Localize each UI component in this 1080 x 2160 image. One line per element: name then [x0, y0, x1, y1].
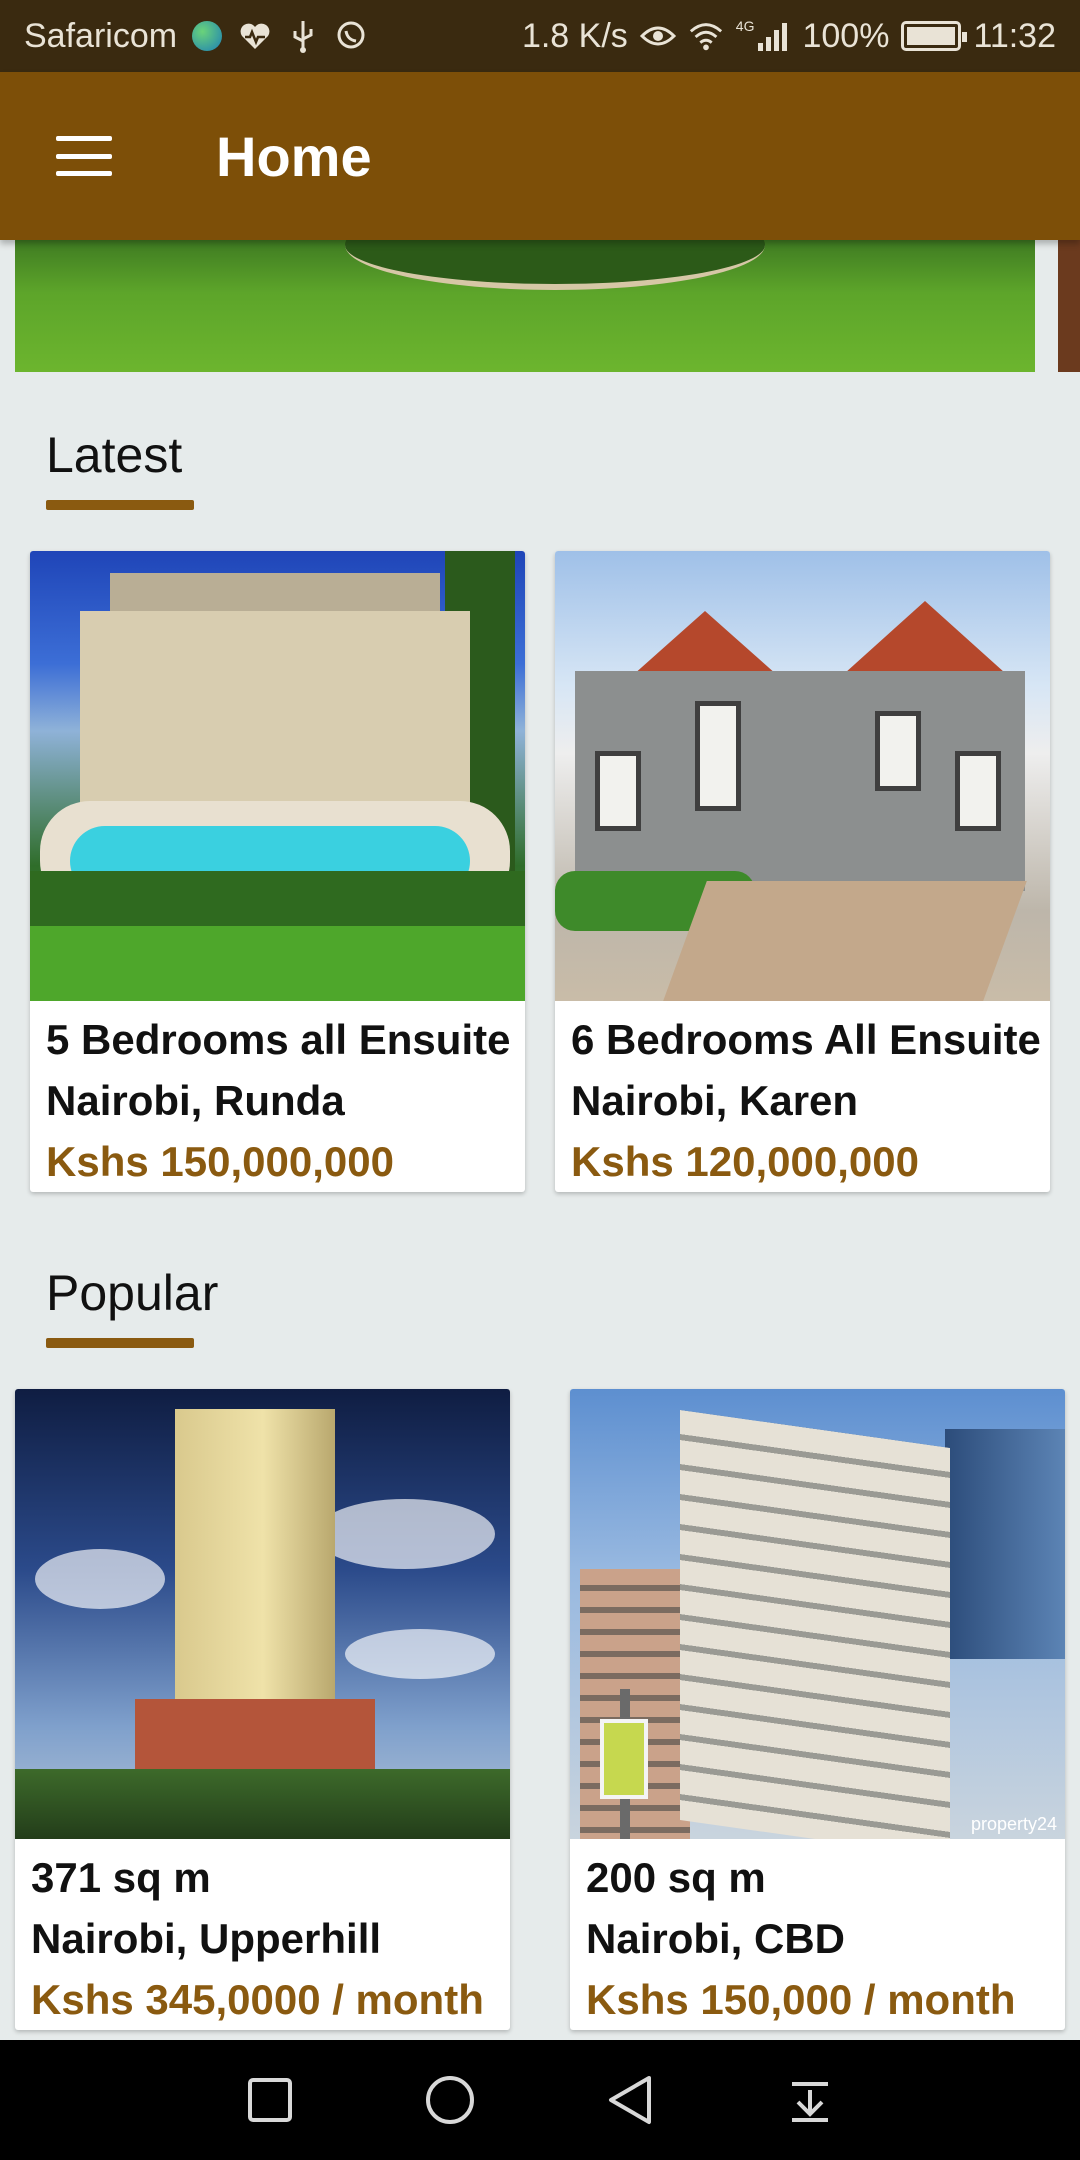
section-underline — [46, 500, 194, 510]
property-photo: property24 — [570, 1389, 1065, 1839]
property-photo — [555, 551, 1050, 1001]
property-card[interactable]: 5 Bedrooms all Ensuite Nairobi, Runda Ks… — [30, 551, 525, 1192]
app-bar: Home — [0, 72, 1080, 240]
property-size: 371 sq m — [31, 1854, 211, 1901]
property-location: Nairobi, Upperhill — [31, 1915, 382, 1962]
section-title-popular: Popular — [46, 1265, 219, 1321]
property-size: 200 sq m — [586, 1854, 766, 1901]
globe-icon — [189, 18, 225, 54]
system-nav-bar — [0, 2040, 1080, 2160]
property-title: 6 Bedrooms All Ensuite — [571, 1016, 1041, 1063]
status-bar: Safaricom 1.8 K/s 4G 100% 11:32 — [0, 0, 1080, 72]
watermark-text: property24 — [970, 1814, 1057, 1834]
carousel-next-image[interactable] — [1058, 240, 1080, 372]
property-location: Nairobi, Runda — [46, 1077, 345, 1124]
property-card[interactable]: property24 200 sq m Nairobi, CBD Kshs 15… — [570, 1389, 1065, 2030]
whatsapp-icon — [333, 18, 369, 54]
back-icon[interactable] — [600, 2070, 660, 2130]
notification-pull-down-icon[interactable] — [780, 2070, 840, 2130]
wifi-icon — [688, 18, 724, 54]
clock: 11:32 — [973, 16, 1056, 55]
property-location: Nairobi, CBD — [586, 1915, 846, 1962]
property-title: 5 Bedrooms all Ensuite — [46, 1016, 511, 1063]
battery-icon — [901, 21, 968, 51]
network-type: 4G — [735, 18, 755, 34]
property-photo — [30, 551, 525, 1001]
battery-percent: 100% — [802, 16, 890, 55]
property-location: Nairobi, Karen — [571, 1077, 859, 1124]
property-price: Kshs 150,000,000 — [46, 1138, 394, 1185]
recent-apps-icon[interactable] — [240, 2070, 300, 2130]
property-price: Kshs 120,000,000 — [571, 1138, 919, 1185]
usb-icon — [285, 18, 321, 54]
signal-icon: 4G — [736, 18, 791, 54]
section-underline — [46, 1338, 194, 1348]
featured-carousel-image[interactable] — [15, 240, 1035, 372]
property-card[interactable]: 371 sq m Nairobi, Upperhill Kshs 345,000… — [15, 1389, 510, 2030]
property-price: Kshs 345,0000 / month — [31, 1976, 484, 2023]
hamburger-menu-icon[interactable] — [56, 136, 112, 176]
property-card[interactable]: 6 Bedrooms All Ensuite Nairobi, Karen Ks… — [555, 551, 1050, 1192]
home-icon[interactable] — [420, 2070, 480, 2130]
eye-icon — [639, 18, 676, 54]
section-title-latest: Latest — [46, 427, 183, 483]
carrier-name: Safaricom — [24, 16, 178, 55]
property-price: Kshs 150,000 / month — [586, 1976, 1016, 2023]
net-speed: 1.8 K/s — [521, 16, 628, 55]
property-photo — [15, 1389, 510, 1839]
health-icon — [237, 18, 273, 54]
page-title: Home — [216, 124, 372, 188]
